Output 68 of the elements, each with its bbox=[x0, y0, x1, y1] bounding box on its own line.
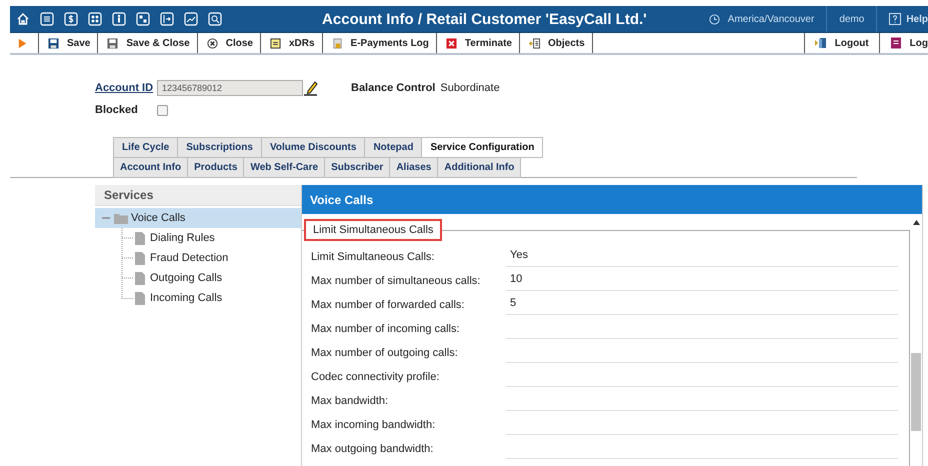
document-icon bbox=[135, 272, 145, 284]
account-id-link[interactable]: Account ID bbox=[95, 82, 157, 94]
help-link[interactable]: Help bbox=[906, 14, 928, 24]
tab[interactable]: Notepad bbox=[365, 137, 422, 158]
dollar-icon[interactable] bbox=[64, 12, 78, 26]
chart-icon[interactable] bbox=[184, 12, 198, 26]
tab[interactable]: Aliases bbox=[390, 157, 438, 178]
pencil-icon[interactable] bbox=[303, 80, 319, 96]
door-icon bbox=[814, 37, 827, 49]
window-title: Account Info / Retail Customer 'EasyCall Ltd.' bbox=[321, 10, 648, 28]
field-label: Max number of simultaneous calls: bbox=[311, 275, 482, 289]
tree-item[interactable]: Outgoing Calls bbox=[135, 269, 226, 287]
play-icon bbox=[17, 38, 28, 48]
tree-item[interactable]: Fraud Detection bbox=[135, 249, 232, 267]
home-icon[interactable] bbox=[16, 12, 30, 26]
tab[interactable]: Products bbox=[188, 157, 244, 178]
search-icon[interactable] bbox=[208, 12, 222, 26]
tree-connector bbox=[121, 228, 135, 248]
tree-item[interactable]: Dialing Rules bbox=[135, 229, 219, 247]
field-value: Subordinate bbox=[440, 82, 500, 94]
tab[interactable]: Service Configuration bbox=[422, 137, 544, 158]
tab[interactable]: Life Cycle bbox=[113, 137, 178, 158]
help-icon[interactable] bbox=[889, 13, 902, 25]
field-value: Yes bbox=[506, 247, 898, 267]
field-label: Max bandwidth: bbox=[311, 395, 390, 409]
tab[interactable]: Web Self-Care bbox=[244, 157, 326, 178]
field-value: 10 bbox=[506, 271, 898, 291]
services-header: Services bbox=[95, 185, 301, 206]
folder-icon bbox=[114, 212, 128, 224]
timezone-link[interactable]: America/Vancouver bbox=[728, 14, 814, 24]
field-label: Max number of outgoing calls: bbox=[311, 347, 459, 361]
objects-icon bbox=[528, 38, 540, 48]
diagram-icon[interactable] bbox=[136, 12, 150, 26]
tab[interactable]: Subscriber bbox=[325, 157, 390, 178]
toolbar-button[interactable]: Log bbox=[878, 33, 928, 53]
scrollbar-thumb[interactable] bbox=[911, 353, 921, 431]
document-icon bbox=[135, 232, 145, 244]
grid-icon[interactable] bbox=[88, 12, 102, 26]
door-icon[interactable] bbox=[160, 12, 174, 26]
tree-item[interactable]: Voice Calls bbox=[95, 208, 301, 228]
close-icon bbox=[206, 38, 218, 48]
field-label: Blocked bbox=[95, 104, 139, 116]
document-icon bbox=[135, 252, 145, 264]
field-label: Max incoming bandwidth: bbox=[311, 419, 436, 433]
field-value: 5 bbox=[506, 295, 898, 315]
tab[interactable]: Additional Info bbox=[438, 157, 522, 178]
tab[interactable]: Volume Discounts bbox=[262, 137, 366, 158]
blocked-checkbox[interactable] bbox=[157, 104, 168, 116]
group-legend: Limit Simultaneous Calls bbox=[304, 219, 442, 241]
field-label: Limit Simultaneous Calls: bbox=[311, 251, 436, 265]
field-label: Balance Control bbox=[351, 82, 436, 94]
field-label: Max number of forwarded calls: bbox=[311, 299, 466, 313]
clock-icon bbox=[708, 14, 720, 24]
field-label: Max number of incoming calls: bbox=[311, 323, 461, 337]
document-icon bbox=[135, 292, 145, 304]
tree-connector bbox=[121, 248, 135, 268]
user-link[interactable]: demo bbox=[839, 14, 864, 24]
document-icon bbox=[270, 38, 281, 48]
field-label: Codec connectivity profile: bbox=[311, 371, 440, 385]
tree-item[interactable]: Incoming Calls bbox=[135, 289, 226, 307]
field-label: Max outgoing bandwidth: bbox=[311, 443, 434, 457]
account-id-field[interactable]: 123456789012 bbox=[157, 80, 303, 96]
list-icon[interactable] bbox=[40, 12, 54, 26]
tab[interactable]: Subscriptions bbox=[178, 137, 262, 158]
panel-title: Voice Calls bbox=[302, 185, 922, 214]
tab[interactable]: Account Info bbox=[113, 157, 188, 178]
scroll-up-icon[interactable] bbox=[912, 220, 920, 225]
close-icon bbox=[446, 38, 457, 48]
